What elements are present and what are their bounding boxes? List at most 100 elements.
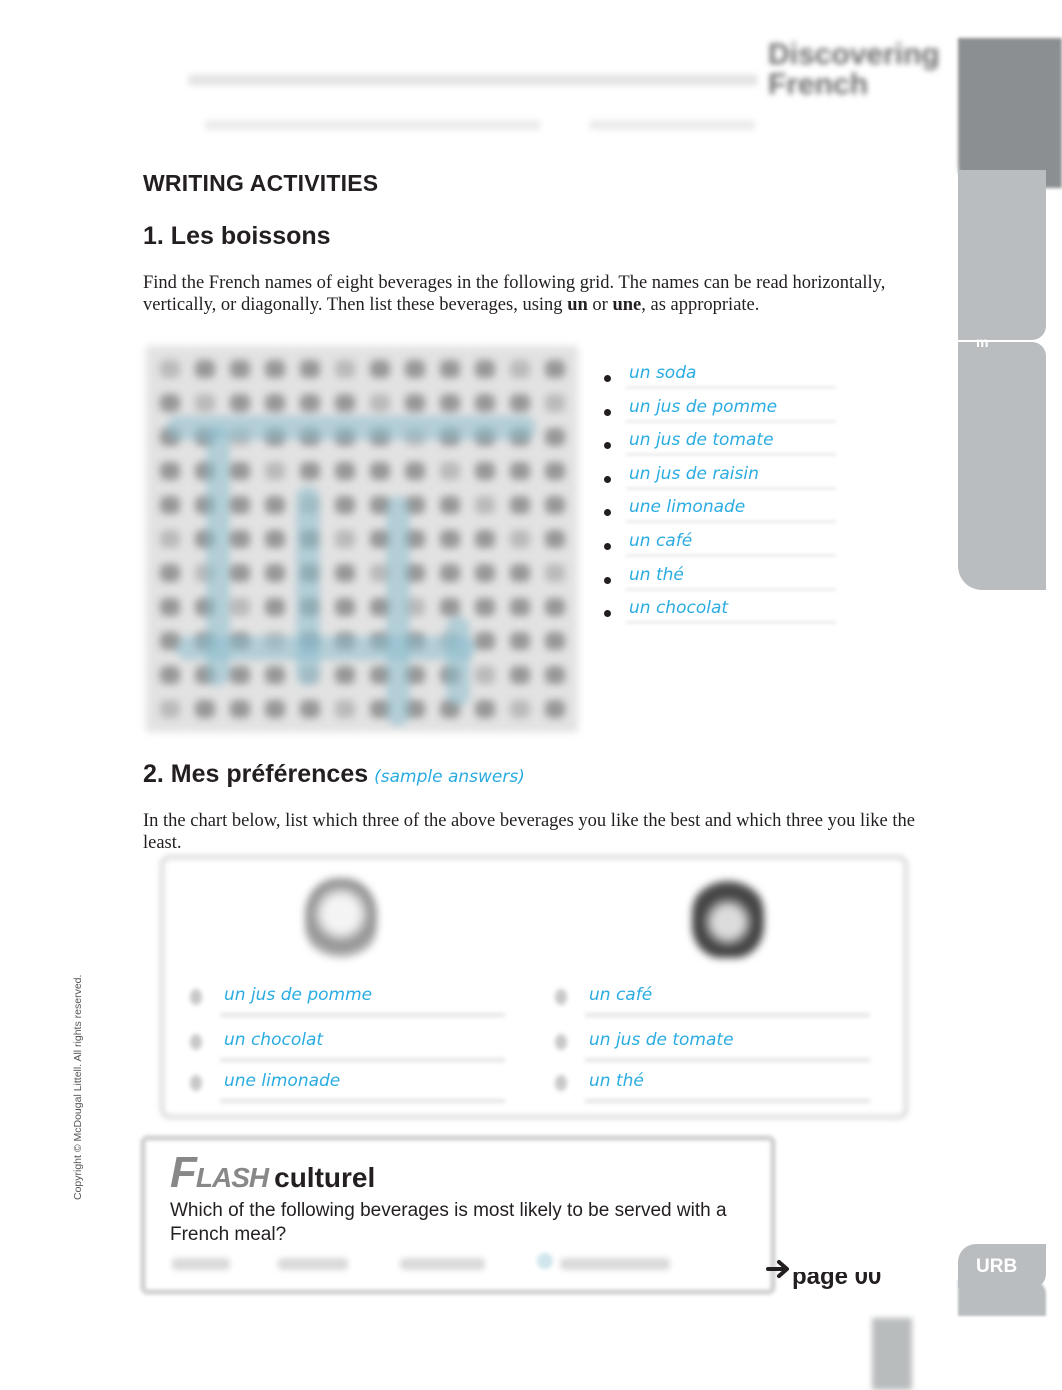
activity1-instructions: Find the French names of eight beverages… xyxy=(143,272,933,316)
selected-answer-circle-icon xyxy=(537,1253,553,1269)
answer-line xyxy=(585,1013,870,1017)
grid-letter xyxy=(335,564,355,582)
header-name-line xyxy=(188,74,758,86)
found-word-highlight xyxy=(176,636,476,660)
page-title: WRITING ACTIVITIES xyxy=(143,170,379,196)
grid-letter xyxy=(300,462,320,480)
grid-letter xyxy=(160,462,180,480)
grid-letter xyxy=(440,394,460,412)
like-least-answer[interactable]: un jus de tomate xyxy=(589,1030,734,1050)
flash-option-b[interactable] xyxy=(278,1258,348,1270)
side-tab-letter: m xyxy=(976,334,989,350)
grid-letter xyxy=(510,530,530,548)
grid-letter xyxy=(545,462,565,480)
grid-letter xyxy=(265,496,285,514)
side-tab-urb-label: URB xyxy=(976,1256,1018,1277)
answer-item: une limonade xyxy=(600,494,840,528)
answer-text[interactable]: un jus de pomme xyxy=(629,397,777,417)
instructions-text: , as appropriate. xyxy=(641,295,760,315)
grid-letter xyxy=(510,598,530,616)
flash-option-a[interactable] xyxy=(172,1258,230,1270)
like-least-row: un café xyxy=(555,985,885,1025)
grid-letter xyxy=(265,530,285,548)
grid-letter xyxy=(230,394,250,412)
answer-item: un café xyxy=(600,528,840,562)
grid-letter xyxy=(335,462,355,480)
grid-letter xyxy=(160,700,180,718)
instructions-text: Find the French names of eight beverages… xyxy=(143,273,886,315)
answer-text[interactable]: un soda xyxy=(629,363,696,383)
grid-letter xyxy=(510,360,530,378)
copyright-notice: Copyright © McDougal Littell. All rights… xyxy=(72,974,84,1200)
grid-letter xyxy=(510,394,530,412)
grid-letter xyxy=(160,530,180,548)
grid-letter xyxy=(545,700,565,718)
grid-letter xyxy=(545,564,565,582)
grid-letter xyxy=(300,394,320,412)
grid-letter xyxy=(335,666,355,684)
like-best-answer[interactable]: un chocolat xyxy=(224,1030,323,1050)
bullet-icon xyxy=(604,442,611,450)
answer-text[interactable]: une limonade xyxy=(629,497,745,517)
row-number xyxy=(190,989,202,1005)
grid-letter xyxy=(510,496,530,514)
answer-line xyxy=(626,486,836,490)
book-logo: Discovering French xyxy=(768,38,940,101)
grid-letter xyxy=(545,598,565,616)
grid-letter xyxy=(335,530,355,548)
grid-letter xyxy=(160,666,180,684)
like-best-row: un chocolat xyxy=(190,1030,520,1070)
grid-letter xyxy=(475,462,495,480)
grid-letter xyxy=(440,564,460,582)
answer-page-ref: page 00 xyxy=(792,1272,892,1292)
answer-line xyxy=(626,553,836,557)
grid-letter xyxy=(440,496,460,514)
answer-item: un chocolat xyxy=(600,595,840,629)
answer-text[interactable]: un jus de raisin xyxy=(629,464,759,484)
grid-letter xyxy=(545,428,565,446)
answer-line xyxy=(220,1099,505,1103)
bullet-icon xyxy=(604,408,611,416)
found-word-highlight xyxy=(386,496,410,726)
answer-line xyxy=(626,621,836,625)
culturel-word: culturel xyxy=(274,1162,376,1193)
grid-letter xyxy=(230,496,250,514)
flash-option-d[interactable] xyxy=(560,1258,670,1270)
arrow-right-icon xyxy=(766,1258,792,1284)
grid-letter xyxy=(335,700,355,718)
answer-text[interactable]: un jus de tomate xyxy=(629,430,774,450)
grid-letter xyxy=(545,530,565,548)
bullet-icon xyxy=(604,576,611,584)
grid-letter xyxy=(475,666,495,684)
side-tab-bottom xyxy=(958,1280,1046,1316)
answer-line xyxy=(220,1013,505,1017)
header-class-line xyxy=(205,120,540,130)
instructions-bold-un: un xyxy=(567,295,588,315)
grid-letter xyxy=(160,360,180,378)
grid-letter xyxy=(545,360,565,378)
grid-letter xyxy=(160,394,180,412)
grid-letter xyxy=(370,394,390,412)
grid-letter xyxy=(265,462,285,480)
grid-letter xyxy=(545,496,565,514)
answer-line xyxy=(626,419,836,423)
like-least-answer[interactable]: un thé xyxy=(589,1071,644,1091)
happy-face-icon xyxy=(305,878,377,958)
like-best-answer[interactable]: un jus de pomme xyxy=(224,985,372,1005)
like-least-answer[interactable]: un café xyxy=(589,985,652,1005)
grid-letter xyxy=(300,700,320,718)
answer-text[interactable]: un chocolat xyxy=(629,598,728,618)
grid-letter xyxy=(475,530,495,548)
grid-letter xyxy=(265,360,285,378)
answer-line xyxy=(626,520,836,524)
answer-text[interactable]: un thé xyxy=(629,565,684,585)
flash-option-c[interactable] xyxy=(400,1258,485,1270)
like-least-row: un jus de tomate xyxy=(555,1030,885,1070)
grid-letter xyxy=(475,564,495,582)
answer-text[interactable]: un café xyxy=(629,531,692,551)
sample-answers-note: (sample answers) xyxy=(374,767,525,787)
grid-letter xyxy=(230,564,250,582)
like-best-answer[interactable]: une limonade xyxy=(224,1071,340,1091)
grid-letter xyxy=(230,360,250,378)
grid-letter xyxy=(265,394,285,412)
